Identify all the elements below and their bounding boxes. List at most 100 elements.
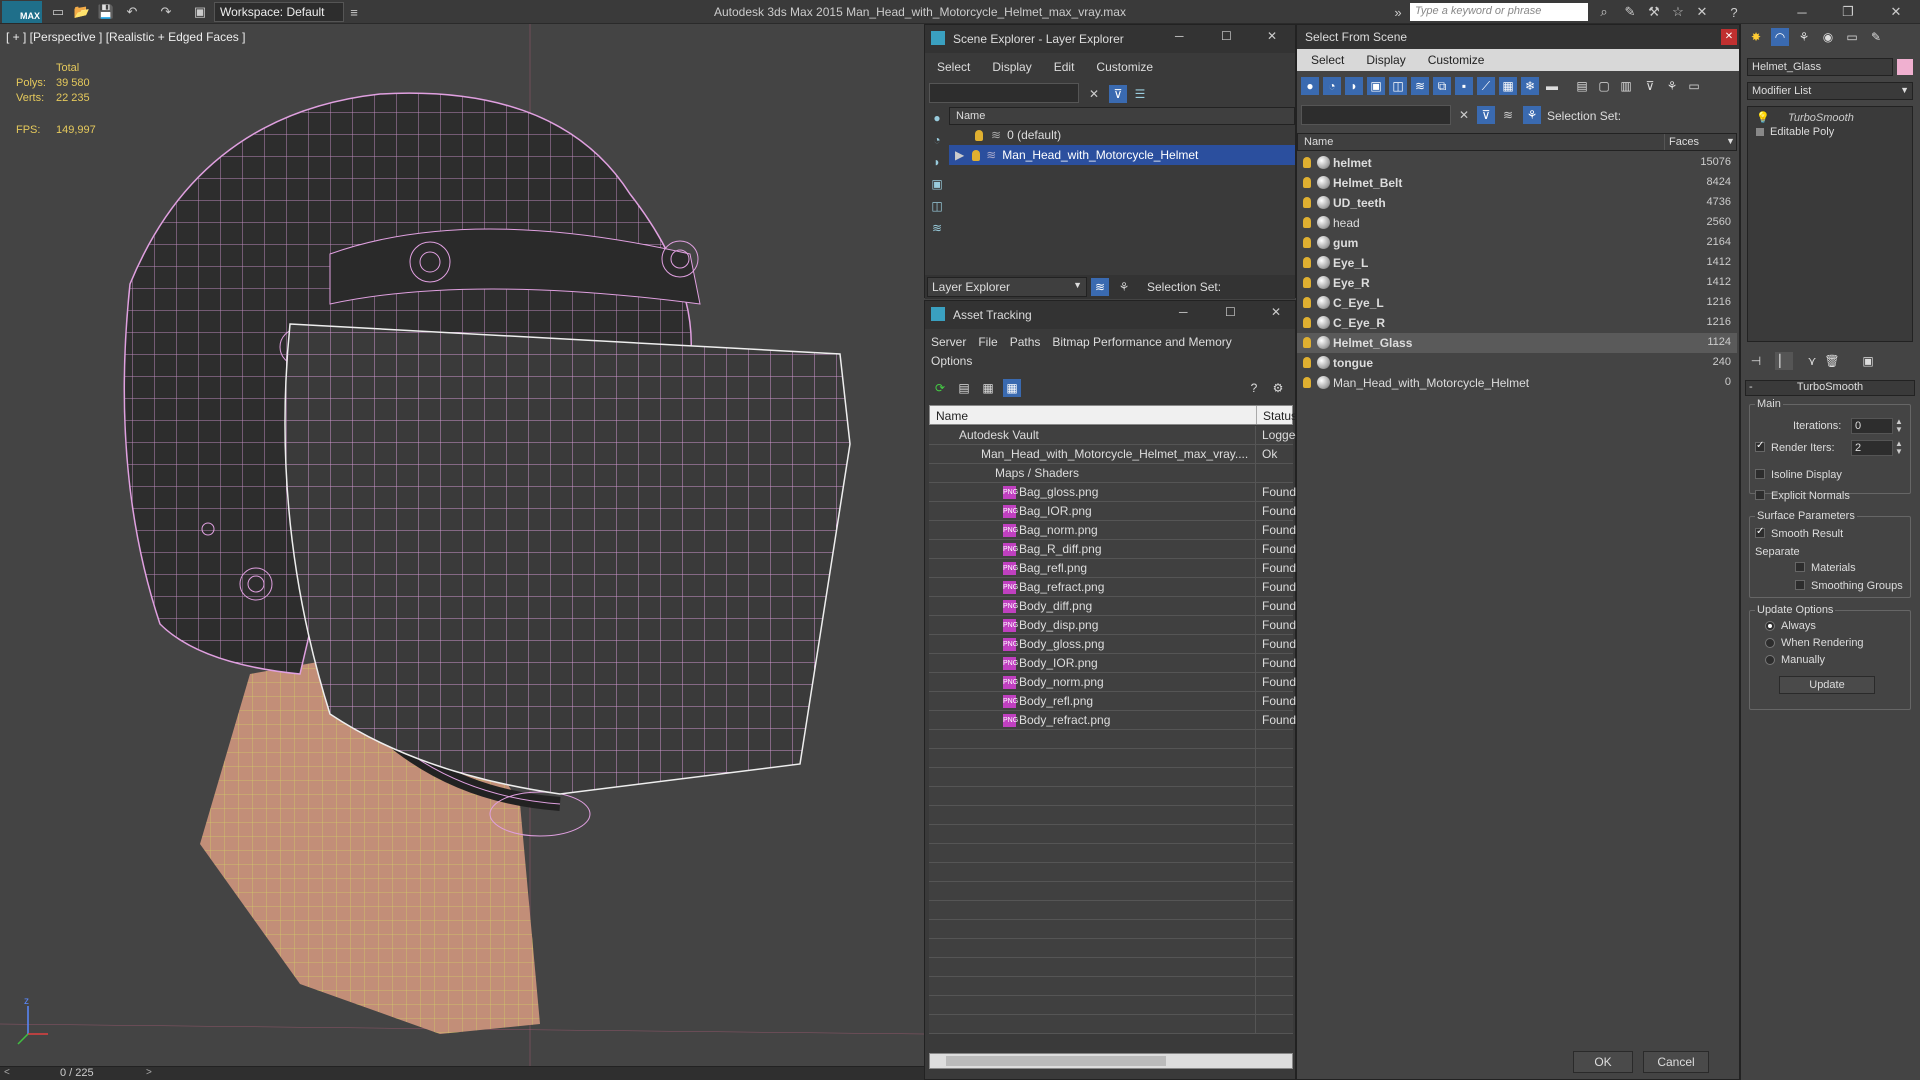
filter-toggle-icon[interactable]: ⊽ — [1477, 106, 1495, 124]
app-logo[interactable]: MAX — [2, 1, 42, 23]
asset-row[interactable]: PNGBody_gloss.png Found — [929, 635, 1296, 654]
isoline-display-checkbox[interactable] — [1755, 469, 1765, 479]
tools-icon[interactable]: ✎ — [1620, 2, 1640, 22]
object-row[interactable]: head 2560 — [1297, 213, 1737, 233]
window-close-icon[interactable]: ✕ — [1874, 0, 1918, 24]
asset-row[interactable] — [929, 996, 1293, 1015]
column-name-header[interactable]: Name — [1304, 136, 1333, 148]
display-lights-icon[interactable]: ◗ — [928, 153, 946, 171]
time-slider[interactable]: < 0 / 225 > — [0, 1066, 924, 1080]
object-row[interactable]: C_Eye_R 1216 — [1297, 313, 1737, 333]
asset-row[interactable] — [929, 977, 1293, 996]
display-geometry-icon[interactable]: ● — [928, 109, 946, 127]
scene-search-input[interactable] — [929, 83, 1079, 103]
light-bulb-icon[interactable] — [1303, 297, 1311, 308]
column-name-header[interactable]: Name — [936, 409, 968, 423]
menu-file[interactable]: File — [978, 335, 997, 349]
light-bulb-icon[interactable] — [1303, 157, 1311, 168]
light-bulb-icon[interactable] — [1303, 337, 1311, 348]
smooth-result-checkbox[interactable] — [1755, 526, 1765, 538]
asset-row[interactable] — [929, 882, 1293, 901]
light-bulb-icon[interactable] — [1303, 317, 1311, 328]
object-row[interactable]: Man_Head_with_Motorcycle_Helmet 0 — [1297, 373, 1737, 393]
asset-row[interactable]: PNGBody_refract.png Found — [929, 711, 1296, 730]
when-rendering-radio[interactable] — [1765, 638, 1775, 648]
redo-icon[interactable]: ↷ — [156, 2, 176, 22]
asset-row[interactable]: Autodesk Vault Logged — [929, 426, 1297, 445]
make-unique-icon[interactable]: ⋎ — [1803, 352, 1821, 370]
new-icon[interactable]: ▭ — [48, 2, 68, 22]
menu-select[interactable]: Select — [1311, 53, 1344, 67]
info-center-icon[interactable]: » — [1388, 2, 1408, 22]
object-row[interactable]: Eye_R 1412 — [1297, 273, 1737, 293]
asset-row[interactable]: PNGBody_diff.png Found — [929, 597, 1296, 616]
menu-bitmap-performance[interactable]: Bitmap Performance and Memory — [1052, 335, 1231, 349]
viewport-label[interactable]: [ + ] [Perspective ] [Realistic + Edged … — [6, 30, 245, 44]
horizontal-scrollbar[interactable] — [929, 1053, 1293, 1069]
utilities-tab-icon[interactable]: ✎ — [1867, 28, 1885, 46]
clear-search-icon[interactable]: ✕ — [1455, 106, 1473, 124]
sort-desc-icon[interactable]: ▼ — [1726, 136, 1735, 146]
asset-row[interactable]: PNGBody_norm.png Found — [929, 673, 1296, 692]
object-row[interactable]: Helmet_Glass 1124 — [1297, 333, 1737, 353]
containers-filter-icon[interactable]: ▦ — [1499, 77, 1517, 95]
search-input[interactable]: Type a keyword or phrase — [1410, 3, 1588, 21]
geometry-filter-icon[interactable]: ● — [1301, 77, 1319, 95]
always-radio[interactable] — [1765, 621, 1775, 631]
workspace-dropdown[interactable]: Workspace: Default — [214, 2, 344, 22]
favorites-icon[interactable]: ☆ — [1668, 2, 1688, 22]
menu-select[interactable]: Select — [937, 60, 970, 74]
materials-checkbox[interactable] — [1795, 562, 1805, 572]
minimize-icon[interactable]: ─ — [1175, 29, 1184, 43]
menu-server[interactable]: Server — [931, 335, 966, 349]
asset-row[interactable] — [929, 825, 1293, 844]
asset-row[interactable]: PNGBag_gloss.png Found — [929, 483, 1296, 502]
object-row[interactable]: helmet 15076 — [1297, 153, 1737, 173]
maximize-icon[interactable]: ☐ — [1225, 305, 1236, 319]
asset-row[interactable]: PNGBody_disp.png Found — [929, 616, 1296, 635]
light-bulb-icon[interactable] — [1303, 217, 1311, 228]
display-shapes-icon[interactable]: ◔ — [928, 131, 946, 149]
spacewarps-filter-icon[interactable]: ≋ — [1411, 77, 1429, 95]
display-layers-icon[interactable]: ≋ — [928, 219, 946, 237]
asset-row[interactable]: PNGBag_refract.png Found — [929, 578, 1296, 597]
ok-button[interactable]: OK — [1573, 1051, 1633, 1073]
settings-icon[interactable]: ⚙ — [1269, 379, 1287, 397]
render-iters-checkbox[interactable] — [1755, 440, 1765, 452]
hierarchy-icon[interactable]: ⚘ — [1115, 278, 1133, 296]
object-row[interactable]: Eye_L 1412 — [1297, 253, 1737, 273]
menu-display[interactable]: Display — [1366, 53, 1405, 67]
layer-options-icon[interactable]: ☰ — [1131, 85, 1149, 103]
asset-row[interactable]: PNGBag_R_diff.png Found — [929, 540, 1296, 559]
light-bulb-icon[interactable] — [1303, 357, 1311, 368]
column-name-header[interactable]: Name — [949, 107, 1295, 125]
asset-row[interactable]: PNGBag_IOR.png Found — [929, 502, 1296, 521]
spinner-arrows-icon[interactable]: ▲ ▼ — [1895, 440, 1903, 456]
object-row[interactable]: tongue 240 — [1297, 353, 1737, 373]
scrollbar-thumb[interactable] — [946, 1056, 1166, 1066]
menu-edit[interactable]: Edit — [1054, 60, 1075, 74]
layer-row-helmet[interactable]: ▶ ≋ Man_Head_with_Motorcycle_Helmet — [949, 145, 1295, 165]
filter-icon[interactable]: ⊽ — [1641, 77, 1659, 95]
show-end-result-icon[interactable]: ▏ — [1775, 352, 1793, 370]
display-cameras-icon[interactable]: ▣ — [928, 175, 946, 193]
smoothing-groups-checkbox[interactable] — [1795, 580, 1805, 590]
select-invert-icon[interactable]: ▥ — [1617, 77, 1635, 95]
light-bulb-icon[interactable] — [1303, 277, 1311, 288]
iterations-spinner[interactable]: 0 — [1851, 418, 1893, 434]
asset-tracking-title[interactable]: Asset Tracking — [925, 301, 1295, 329]
binoculars-icon[interactable]: ⌕ — [1594, 2, 1614, 22]
layer-icon[interactable]: ≋ — [1499, 106, 1517, 124]
minimize-icon[interactable]: ─ — [1780, 0, 1824, 24]
object-color-swatch[interactable] — [1897, 59, 1913, 75]
light-bulb-icon[interactable] — [1303, 197, 1311, 208]
stack-item-turbosmooth[interactable]: TurboSmooth — [1788, 112, 1854, 124]
display-all-icon[interactable]: ▬ — [1543, 77, 1561, 95]
help-icon[interactable]: ? — [1724, 2, 1744, 22]
object-row[interactable]: gum 2164 — [1297, 233, 1737, 253]
light-bulb-icon[interactable] — [1303, 177, 1311, 188]
object-row[interactable]: Helmet_Belt 8424 — [1297, 173, 1737, 193]
workspace-menu-icon[interactable]: ≡ — [344, 2, 364, 22]
display-tab-icon[interactable]: ▭ — [1843, 28, 1861, 46]
menu-display[interactable]: Display — [992, 60, 1031, 74]
